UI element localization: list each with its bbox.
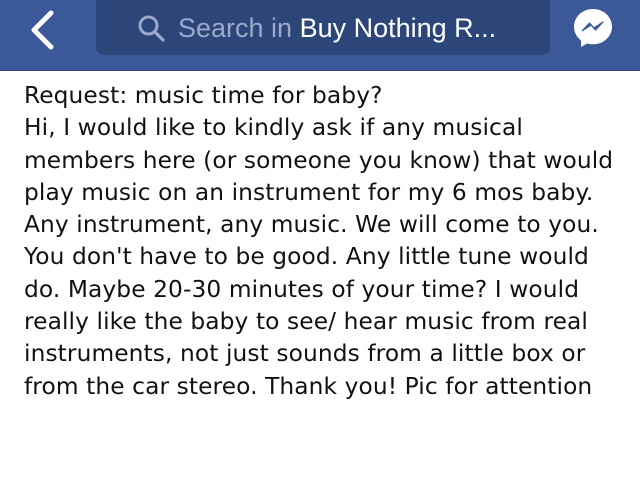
search-group-name: Buy Nothing R...: [299, 12, 497, 43]
post-content: Request: music time for baby? Hi, I woul…: [24, 80, 624, 403]
messenger-button[interactable]: [572, 7, 614, 54]
top-navigation-bar: Search in Buy Nothing R...: [0, 0, 640, 71]
search-field-text: Search in Buy Nothing R...: [178, 13, 496, 43]
messenger-icon: [572, 7, 614, 54]
post-body: Hi, I would like to kindly ask if any mu…: [24, 114, 614, 400]
back-button[interactable]: [18, 8, 66, 56]
chevron-left-icon: [27, 10, 57, 55]
search-icon: [136, 13, 166, 43]
search-prefix: Search in: [178, 12, 300, 43]
post-title: Request: music time for baby?: [24, 82, 383, 109]
search-input[interactable]: Search in Buy Nothing R...: [96, 0, 550, 55]
